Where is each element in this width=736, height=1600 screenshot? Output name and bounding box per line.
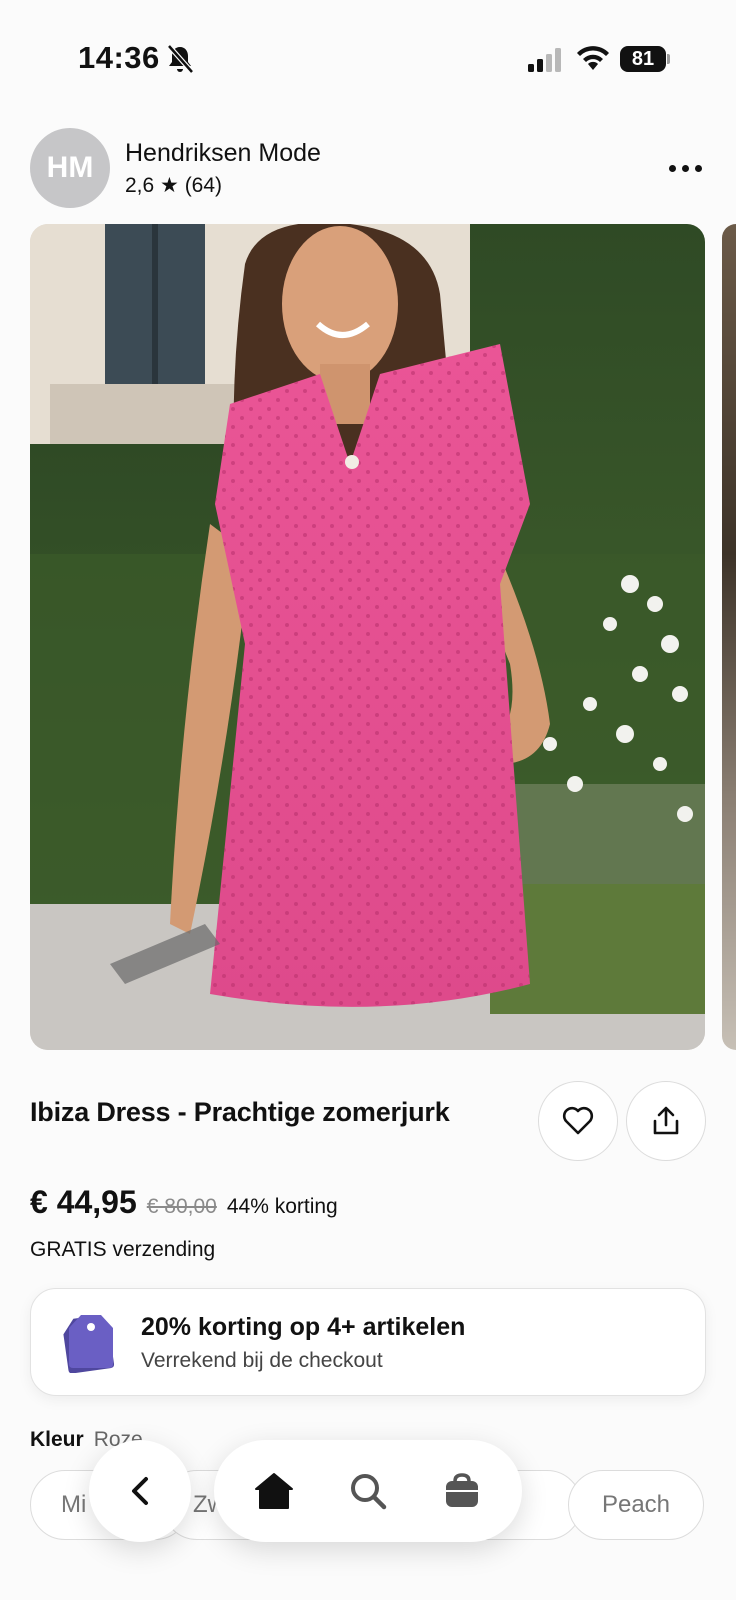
cart-icon xyxy=(446,1473,478,1507)
nav-search[interactable] xyxy=(342,1465,394,1517)
bottom-fade xyxy=(0,1540,736,1600)
status-bar: 14:36 81 xyxy=(0,0,736,110)
back-icon xyxy=(132,1477,148,1505)
battery-icon: 81 xyxy=(620,46,670,72)
product-gallery[interactable] xyxy=(30,224,736,1050)
status-time: 14:36 xyxy=(78,40,160,75)
like-button[interactable] xyxy=(538,1081,618,1161)
color-option-chip[interactable]: Peach xyxy=(568,1470,704,1540)
discount-label: 44% korting xyxy=(226,1195,338,1218)
seller-avatar[interactable]: HM xyxy=(30,128,110,208)
signal-icon xyxy=(528,48,561,72)
promo-subtitle: Verrekend bij de checkout xyxy=(141,1349,383,1372)
seller-name[interactable]: Hendriksen Mode xyxy=(125,139,321,168)
price: € 44,95 xyxy=(30,1184,137,1220)
promo-title: 20% korting op 4+ artikelen xyxy=(141,1313,466,1341)
nav-cart[interactable] xyxy=(436,1465,488,1517)
product-image[interactable] xyxy=(30,224,705,1050)
nav-home[interactable] xyxy=(248,1465,300,1517)
next-product-image[interactable] xyxy=(722,224,736,1050)
share-button[interactable] xyxy=(626,1081,706,1161)
bottom-nav xyxy=(214,1440,522,1542)
product-title: Ibiza Dress - Prachtige zomerjurk xyxy=(30,1097,450,1127)
share-icon xyxy=(653,1106,679,1135)
price-row: € 44,95 € 80,00 44% korting xyxy=(30,1184,338,1228)
color-label: Kleur xyxy=(30,1428,84,1451)
shipping-info: GRATIS verzending xyxy=(30,1238,216,1261)
price-tag-icon xyxy=(63,1315,115,1373)
seller-rating: 2,6 ★ (64) xyxy=(125,174,223,197)
promo-card[interactable]: 20% korting op 4+ artikelen Verrekend bi… xyxy=(30,1288,706,1396)
bell-off-icon xyxy=(167,44,194,74)
battery-level: 81 xyxy=(620,46,666,72)
wifi-icon xyxy=(577,46,609,70)
heart-icon xyxy=(562,1106,594,1135)
seller-header[interactable]: HM Hendriksen Mode 2,6 ★ (64) xyxy=(30,128,710,210)
old-price: € 80,00 xyxy=(146,1195,217,1218)
search-icon xyxy=(351,1474,387,1510)
back-button[interactable] xyxy=(89,1440,191,1542)
home-icon xyxy=(255,1473,293,1509)
more-icon[interactable] xyxy=(660,150,710,186)
